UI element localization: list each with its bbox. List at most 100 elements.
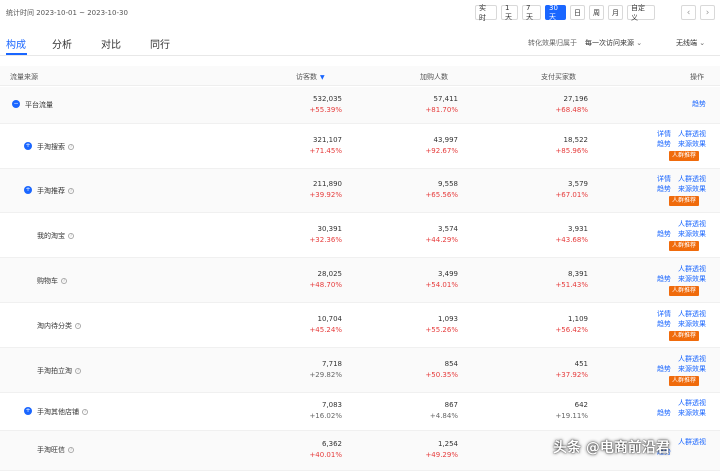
terminal-select[interactable]: 无线端 ⌄ xyxy=(676,38,705,48)
buyers-cell: 451 +37.92% xyxy=(555,359,588,381)
detail-link[interactable]: 详情 xyxy=(657,174,671,184)
col-visitors[interactable]: 访客数 ▼ xyxy=(296,72,325,82)
change: +50.35% xyxy=(425,371,458,379)
audience-link[interactable]: 人群透视 xyxy=(678,354,706,364)
audience-link[interactable]: 人群透视 xyxy=(678,219,706,229)
change: +4.84% xyxy=(429,412,458,420)
tab-bar: 构成 分析 对比 同行 转化效果归属于 每一次访问来源 ⌄ 无线端 ⌄ xyxy=(0,32,720,56)
source-effect-link[interactable]: 来源效果 xyxy=(678,139,706,149)
range-month-button[interactable]: 月 xyxy=(608,5,623,20)
audience-recommend-button[interactable]: 人群推荐 xyxy=(669,151,700,161)
help-icon[interactable]: ? xyxy=(68,233,74,239)
tab-composition[interactable]: 构成 xyxy=(6,36,26,51)
help-icon[interactable]: ? xyxy=(68,144,74,150)
source-effect-link[interactable]: 来源效果 xyxy=(678,274,706,284)
table-row: 我的淘宝? 30,391 +32.36% 3,574 +44.29% 3,931 +4… xyxy=(0,213,720,258)
range-7day-button[interactable]: 7天 xyxy=(522,4,541,21)
help-icon[interactable]: ? xyxy=(68,188,74,194)
table-row: + 手淘搜索? 321,107 +71.45% 43,997 +92.67% 18,… xyxy=(0,124,720,169)
trend-link[interactable]: 趋势 xyxy=(692,99,706,109)
visitors-cell: 7,718 +29.82% xyxy=(309,359,342,381)
buyers-cell: 1,109 +56.42% xyxy=(555,314,588,336)
visitors-cell: 532,035 +55.39% xyxy=(309,94,342,116)
audience-link[interactable]: 人群透视 xyxy=(678,398,706,408)
audience-link[interactable]: 人群透视 xyxy=(678,264,706,274)
range-day-button[interactable]: 日 xyxy=(570,5,585,20)
audience-link[interactable]: 人群透视 xyxy=(678,309,706,319)
help-icon[interactable]: ? xyxy=(75,368,81,374)
tab-analysis[interactable]: 分析 xyxy=(52,36,72,51)
help-icon[interactable]: ? xyxy=(82,409,88,415)
attribution-select[interactable]: 每一次访问来源 ⌄ xyxy=(585,38,642,48)
trend-link[interactable]: 趋势 xyxy=(657,408,671,418)
range-1day-button[interactable]: 1天 xyxy=(501,4,518,21)
sort-desc-icon[interactable]: ▼ xyxy=(320,74,325,81)
visitors-cell: 10,704 +45.24% xyxy=(309,314,342,336)
cart-cell: 854 +50.35% xyxy=(425,359,458,381)
detail-link[interactable]: 详情 xyxy=(657,129,671,139)
value: 57,411 xyxy=(433,95,459,103)
range-realtime-button[interactable]: 实 时 xyxy=(475,4,497,22)
source-effect-link[interactable]: 来源效果 xyxy=(678,408,706,418)
stat-time-label: 统计时间 2023-10-01 ~ 2023-10-30 xyxy=(6,9,128,17)
audience-recommend-button[interactable]: 人群推荐 xyxy=(669,331,700,341)
source-effect-link[interactable]: 来源效果 xyxy=(678,184,706,194)
range-week-button[interactable]: 周 xyxy=(589,5,604,20)
table-row: 购物车? 28,025 +48.70% 3,499 +54.01% 8,391 +51… xyxy=(0,258,720,303)
table-row: − 平台流量 532,035 +55.39% 57,411 +81.70% 27,1… xyxy=(0,87,720,124)
source-effect-link[interactable]: 来源效果 xyxy=(678,229,706,239)
row-actions: 趋势 xyxy=(655,99,709,111)
tab-peers[interactable]: 同行 xyxy=(150,36,170,51)
value: 1,109 xyxy=(567,315,588,323)
cart-cell: 1,254 +49.29% xyxy=(425,439,458,461)
change: +71.45% xyxy=(309,147,342,155)
col-buyers: 支付买家数 xyxy=(541,73,576,81)
range-30day-button[interactable]: 30天 xyxy=(545,4,566,21)
trend-link[interactable]: 趋势 xyxy=(657,319,671,329)
collapse-icon[interactable]: − xyxy=(12,100,20,108)
chevron-left-icon[interactable]: ‹ xyxy=(681,5,696,20)
attribution-label: 转化效果归属于 xyxy=(528,39,577,47)
terminal-value: 无线端 xyxy=(676,39,697,47)
audience-link[interactable]: 人群透视 xyxy=(678,129,706,139)
change: +81.70% xyxy=(425,106,458,114)
source-effect-link[interactable]: 来源效果 xyxy=(678,319,706,329)
audience-link[interactable]: 人群透视 xyxy=(678,174,706,184)
change: +37.92% xyxy=(555,371,588,379)
value: 1,093 xyxy=(437,315,458,323)
expand-icon[interactable]: + xyxy=(24,186,32,194)
change: +40.01% xyxy=(309,451,342,459)
value: 43,997 xyxy=(433,136,459,144)
tab-compare[interactable]: 对比 xyxy=(101,36,121,51)
help-icon[interactable]: ? xyxy=(61,278,67,284)
change: +54.01% xyxy=(425,281,458,289)
trend-link[interactable]: 趋势 xyxy=(657,364,671,374)
help-icon[interactable]: ? xyxy=(75,323,81,329)
detail-link[interactable]: 详情 xyxy=(657,309,671,319)
change: +48.70% xyxy=(309,281,342,289)
audience-recommend-button[interactable]: 人群推荐 xyxy=(669,286,700,296)
table-row: + 手淘其他店铺? 7,083 +16.02% 867 +4.84% 642 +19.… xyxy=(0,393,720,431)
value: 7,718 xyxy=(321,360,342,368)
value: 7,083 xyxy=(321,401,342,409)
top-bar: 统计时间 2023-10-01 ~ 2023-10-30 实 时 1天 7天 3… xyxy=(0,0,720,26)
source-name: 淘内待分类? xyxy=(37,322,81,330)
audience-recommend-button[interactable]: 人群推荐 xyxy=(669,376,700,386)
visitors-cell: 7,083 +16.02% xyxy=(309,400,342,422)
range-custom-button[interactable]: 自定义 xyxy=(627,4,655,22)
help-icon[interactable]: ? xyxy=(68,447,74,453)
chevron-right-icon[interactable]: › xyxy=(700,5,715,20)
value: 6,362 xyxy=(321,440,342,448)
expand-icon[interactable]: + xyxy=(24,142,32,150)
trend-link[interactable]: 趋势 xyxy=(657,274,671,284)
audience-recommend-button[interactable]: 人群推荐 xyxy=(669,196,700,206)
trend-link[interactable]: 趋势 xyxy=(657,229,671,239)
trend-link[interactable]: 趋势 xyxy=(657,184,671,194)
audience-link[interactable]: 人群透视 xyxy=(678,437,706,447)
cart-cell: 9,558 +65.56% xyxy=(425,179,458,201)
change: +65.56% xyxy=(425,191,458,199)
source-effect-link[interactable]: 来源效果 xyxy=(678,364,706,374)
audience-recommend-button[interactable]: 人群推荐 xyxy=(669,241,700,251)
trend-link[interactable]: 趋势 xyxy=(657,139,671,149)
expand-icon[interactable]: + xyxy=(24,407,32,415)
